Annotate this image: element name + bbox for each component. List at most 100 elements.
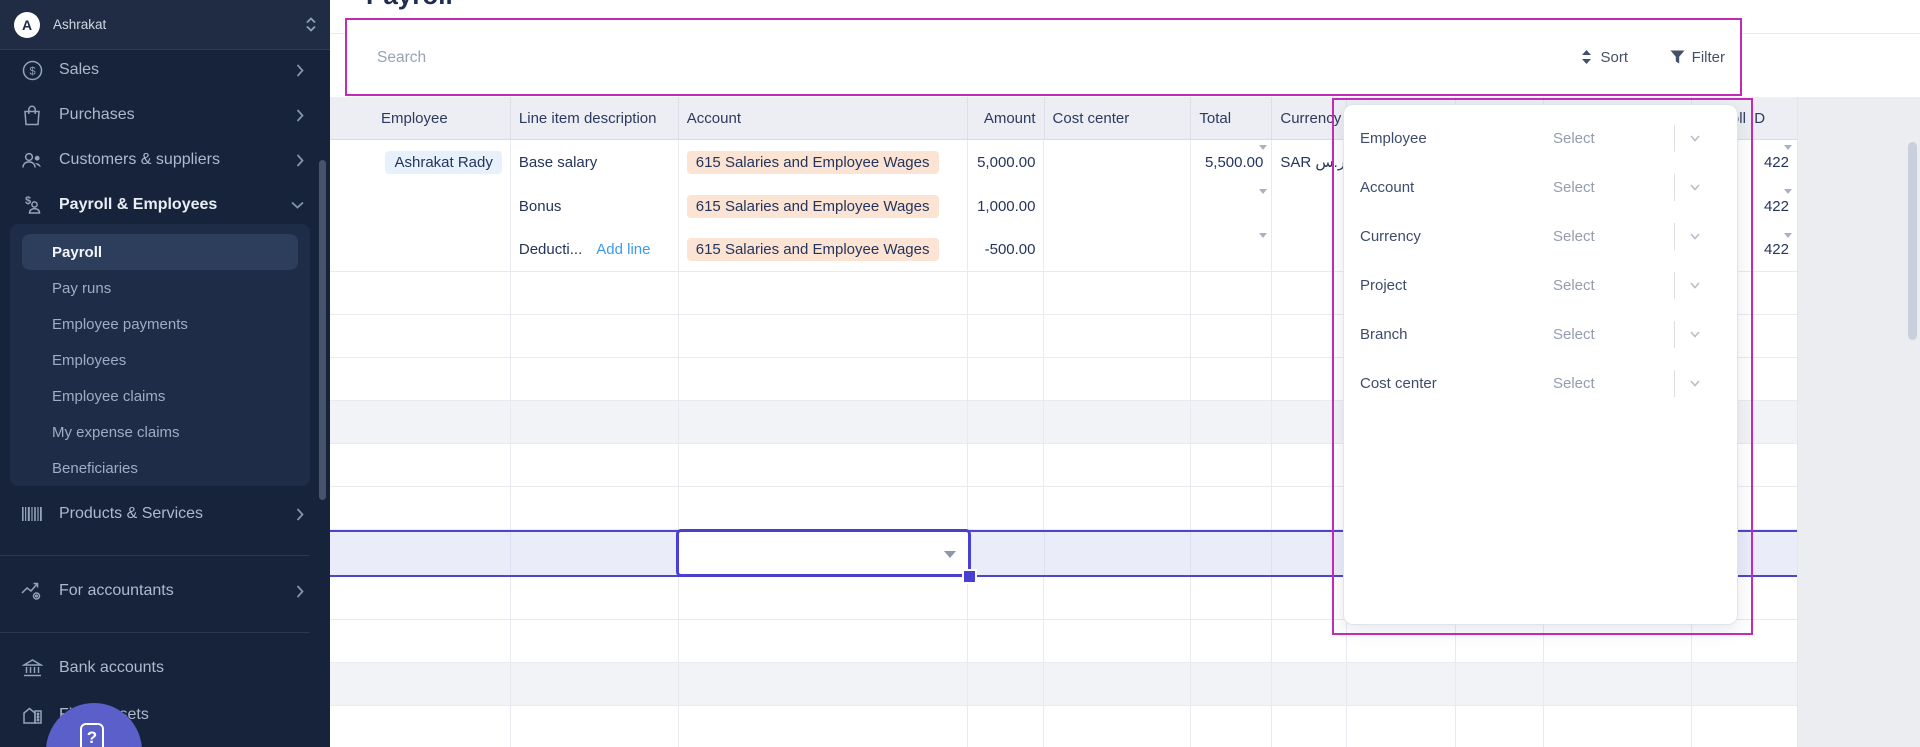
cost-center-cell[interactable]	[1044, 184, 1192, 228]
filter-row-branch: Branch Select	[1344, 310, 1737, 359]
search-input[interactable]	[375, 42, 1479, 74]
sidebar-item-label: Customers & suppliers	[59, 151, 220, 168]
chevron-down-icon[interactable]	[1688, 376, 1702, 390]
sidebar-item-purchases[interactable]: Purchases	[0, 95, 330, 135]
cell-dropdown-caret[interactable]	[1784, 189, 1792, 194]
column-header-cost-center[interactable]: Cost center	[1045, 97, 1192, 139]
filter-row-account: Account Select	[1344, 163, 1737, 212]
employee-cell[interactable]	[330, 228, 511, 271]
account-cell[interactable]: 615 Salaries and Employee Wages	[679, 184, 968, 228]
sidebar-subitem-employee-claims[interactable]: Employee claims	[22, 378, 298, 414]
filter-label: Project	[1360, 277, 1407, 294]
sidebar-item-sales[interactable]: $ Sales	[0, 50, 330, 90]
currency-cell[interactable]	[1272, 184, 1348, 228]
app-window: Payroll Employee Line item description A…	[0, 0, 1920, 747]
column-header-line-item-description[interactable]: Line item description	[511, 97, 679, 139]
cell-dropdown-caret[interactable]	[1259, 233, 1267, 238]
filter-label: Cost center	[1360, 375, 1437, 392]
sidebar-subitem-employees[interactable]: Employees	[22, 342, 298, 378]
chevron-down-icon[interactable]	[1688, 131, 1702, 145]
description-cell[interactable]: Base salary	[511, 140, 679, 184]
sidebar-subitem-payroll[interactable]: Payroll	[22, 234, 298, 270]
account-cell[interactable]: 615 Salaries and Employee Wages	[679, 140, 968, 184]
column-header-currency[interactable]: Currency	[1272, 97, 1348, 139]
sidebar-item-label: Bank accounts	[59, 659, 164, 676]
filter-label: Currency	[1360, 228, 1421, 245]
sidebar-subitem-employee-payments[interactable]: Employee payments	[22, 306, 298, 342]
main-content: Payroll Employee Line item description A…	[330, 0, 1920, 747]
account-chip[interactable]: 615 Salaries and Employee Wages	[686, 194, 939, 218]
filter-select[interactable]: Select	[1553, 228, 1595, 245]
account-chip[interactable]: 615 Salaries and Employee Wages	[686, 150, 939, 174]
cell-dropdown-caret[interactable]	[1784, 145, 1792, 150]
sidebar-subitem-my-expense-claims[interactable]: My expense claims	[22, 414, 298, 450]
sidebar-divider	[0, 632, 310, 633]
divider	[1674, 125, 1675, 152]
svg-text:$: $	[25, 195, 31, 207]
people-icon	[20, 148, 44, 172]
chevron-down-icon[interactable]	[1688, 180, 1702, 194]
amount-cell[interactable]: 5,000.00	[968, 140, 1045, 184]
dollar-circle-icon: $	[20, 58, 44, 82]
sidebar-subitem-pay-runs[interactable]: Pay runs	[22, 270, 298, 306]
filter-select[interactable]: Select	[1553, 277, 1595, 294]
chevron-right-icon	[296, 153, 304, 167]
shopping-bag-icon	[20, 103, 44, 127]
amount-cell[interactable]: -500.00	[968, 228, 1045, 271]
chevron-right-icon	[296, 63, 304, 77]
vertical-scrollbar[interactable]	[1908, 142, 1917, 340]
cell-dropdown-caret[interactable]	[1784, 233, 1792, 238]
employee-cell[interactable]	[330, 184, 511, 228]
filter-select[interactable]: Select	[1553, 179, 1595, 196]
sidebar-item-customers-suppliers[interactable]: Customers & suppliers	[0, 140, 330, 180]
cost-center-cell[interactable]	[1044, 228, 1192, 271]
page-title: Payroll	[366, 0, 453, 11]
employee-cell[interactable]: Ashrakat Rady	[330, 140, 511, 184]
currency-cell[interactable]	[1272, 228, 1348, 271]
active-cell-editor[interactable]	[676, 529, 971, 577]
chevron-right-icon	[296, 507, 304, 521]
sidebar-item-payroll-employees[interactable]: $ Payroll & Employees	[0, 185, 330, 225]
content-gutter	[1798, 97, 1920, 747]
chevron-down-icon[interactable]	[1688, 229, 1702, 243]
sort-button[interactable]: Sort	[1580, 20, 1628, 94]
cell-dropdown-caret[interactable]	[1259, 189, 1267, 194]
sidebar-item-fixed-assets[interactable]: Fixed assets	[0, 695, 330, 735]
cell-dropdown-caret[interactable]	[1259, 145, 1267, 150]
add-line-link[interactable]: Add line	[596, 241, 650, 258]
dropdown-caret-icon[interactable]	[944, 551, 956, 558]
sidebar-item-products-services[interactable]: Products & Services	[0, 494, 330, 534]
column-header-employee[interactable]: Employee	[330, 97, 511, 139]
column-header-account[interactable]: Account	[679, 97, 968, 139]
divider	[1674, 223, 1675, 250]
currency-cell[interactable]: SAR ر.س	[1272, 140, 1348, 184]
sidebar: A Ashrakat $ Sales Purchases Customers &…	[0, 0, 330, 747]
filter-select[interactable]: Select	[1553, 326, 1595, 343]
filter-select[interactable]: Select	[1553, 130, 1595, 147]
sidebar-item-for-accountants[interactable]: For accountants	[0, 571, 330, 611]
account-chip[interactable]: 615 Salaries and Employee Wages	[686, 238, 939, 261]
chevron-down-icon[interactable]	[1688, 327, 1702, 341]
sidebar-scrollbar[interactable]	[319, 160, 326, 500]
avatar: A	[14, 11, 40, 38]
svg-text:$: $	[29, 65, 35, 77]
sidebar-subitem-beneficiaries[interactable]: Beneficiaries	[22, 450, 298, 486]
cost-center-cell[interactable]	[1044, 140, 1192, 184]
account-cell[interactable]: 615 Salaries and Employee Wages	[679, 228, 968, 271]
filter-select[interactable]: Select	[1553, 375, 1595, 392]
account-switcher-chevrons-icon[interactable]	[306, 17, 316, 32]
description-cell[interactable]: Bonus	[511, 184, 679, 228]
sidebar-item-bank-accounts[interactable]: Bank accounts	[0, 648, 330, 688]
filter-button[interactable]: Filter	[1670, 20, 1725, 94]
account-switcher[interactable]: A Ashrakat	[0, 0, 330, 50]
divider	[1674, 370, 1675, 397]
column-header-total[interactable]: Total	[1191, 97, 1273, 139]
sort-icon	[1582, 50, 1592, 64]
chevron-down-icon[interactable]	[1688, 278, 1702, 292]
amount-cell[interactable]: 1,000.00	[968, 184, 1045, 228]
sidebar-item-label: Purchases	[59, 106, 135, 123]
description-cell[interactable]: Deducti... Add line	[511, 228, 679, 271]
column-header-amount[interactable]: Amount	[968, 97, 1045, 139]
employee-chip[interactable]: Ashrakat Rady	[385, 150, 502, 174]
fill-handle[interactable]	[962, 569, 977, 584]
